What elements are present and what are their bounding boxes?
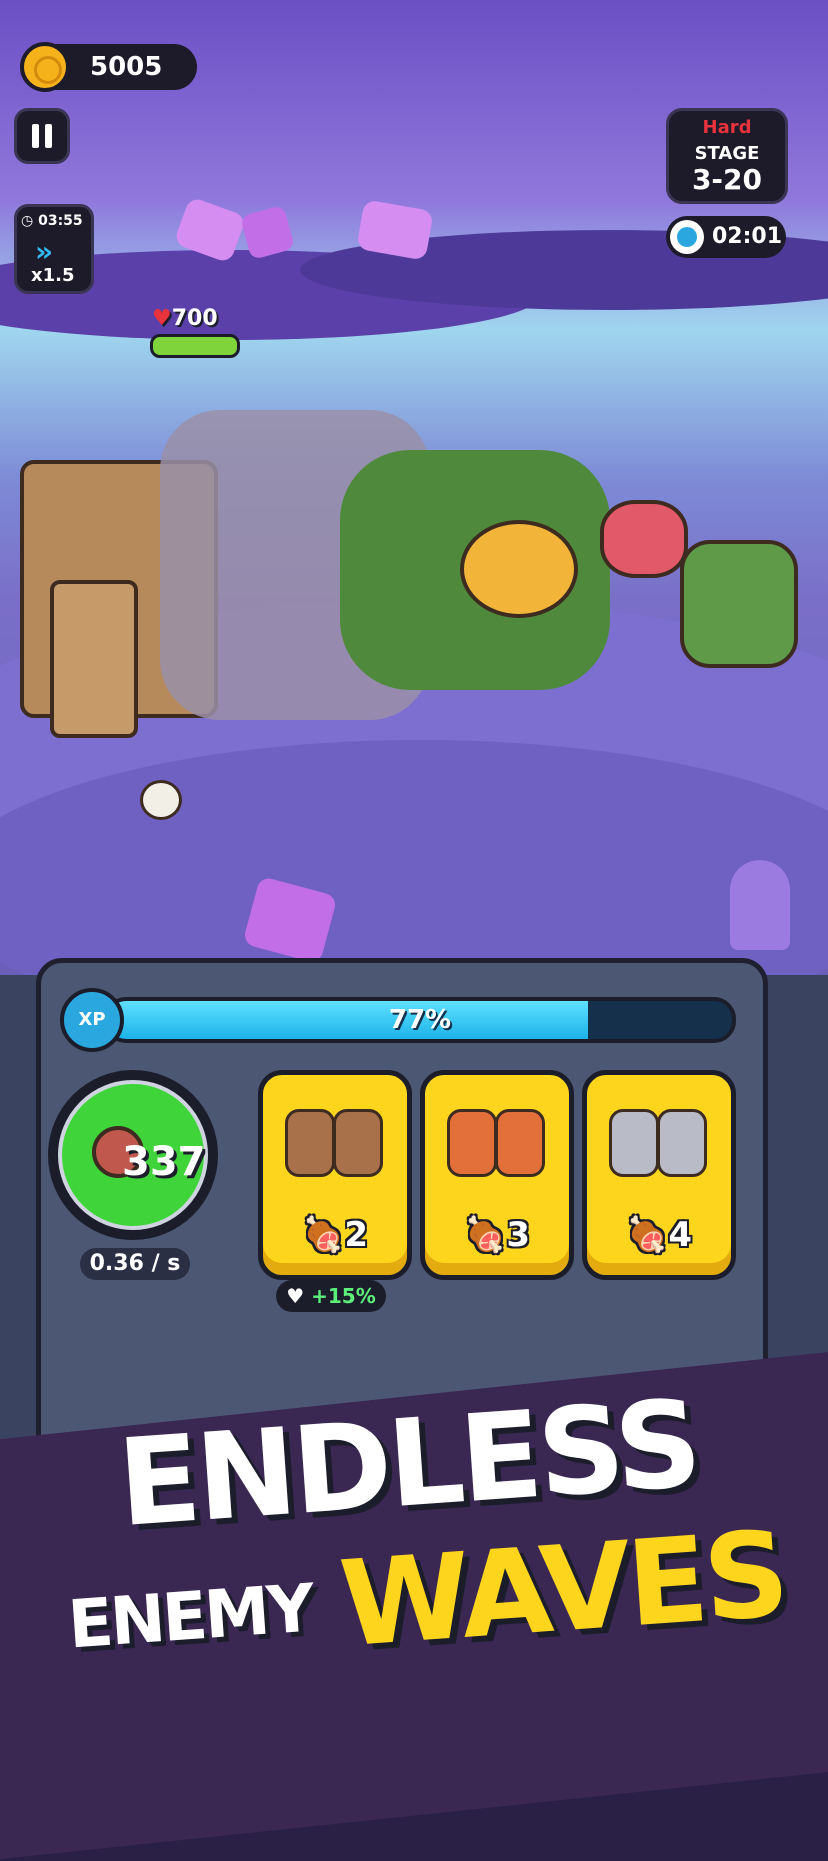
xp-badge-icon: XP xyxy=(60,988,124,1052)
wave-timer-value: 02:01 xyxy=(712,224,783,249)
wave-timer: 02:01 xyxy=(666,216,786,258)
coin-value: 5005 xyxy=(90,52,163,82)
hp-bonus-badge: ♥ +15% xyxy=(276,1280,386,1312)
base-hp-value: 700 xyxy=(171,306,218,331)
unit-card-archers[interactable]: 🍖3 xyxy=(420,1070,574,1280)
skull-icon xyxy=(140,780,182,820)
base-hp-bar xyxy=(150,334,240,358)
stopwatch-icon xyxy=(670,220,704,254)
coin-icon xyxy=(20,42,70,92)
base-hp: ♥700 xyxy=(152,306,218,331)
stage-label: STAGE xyxy=(694,143,760,164)
meat-icon: 🍖 xyxy=(625,1215,669,1255)
archer-icon xyxy=(495,1109,545,1177)
speed-button[interactable]: ◷ 03:55 » x1.5 xyxy=(14,204,94,294)
card-cost: 🍖3 xyxy=(463,1215,530,1255)
unit-card-brawlers[interactable]: 🍖2 xyxy=(258,1070,412,1280)
stalagmite xyxy=(730,860,790,950)
speed-timer: ◷ 03:55 xyxy=(21,213,83,229)
clock-icon: ◷ xyxy=(21,213,34,229)
archer-icon xyxy=(447,1109,497,1177)
enemy-toad xyxy=(460,520,578,618)
difficulty-label: Hard xyxy=(702,117,752,138)
xp-percent: 77% xyxy=(388,1005,452,1035)
brawler-icon xyxy=(285,1109,335,1177)
enemy-bat xyxy=(600,500,688,578)
meat-rate: 0.36 / s xyxy=(80,1248,190,1280)
card-cost: 🍖2 xyxy=(301,1215,368,1255)
knight-icon xyxy=(657,1109,707,1177)
speed-multiplier: x1.5 xyxy=(31,265,75,286)
castle-gate xyxy=(50,580,138,738)
meat-icon: 🍖 xyxy=(463,1215,507,1255)
pause-button[interactable] xyxy=(14,108,70,164)
meat-generator[interactable]: 337 xyxy=(48,1070,218,1240)
unit-card-knights[interactable]: 🍖4 xyxy=(582,1070,736,1280)
meat-count: 337 xyxy=(122,1139,206,1185)
enemy-orc xyxy=(680,540,798,668)
meat-progress: 337 xyxy=(58,1080,208,1230)
stage-number: 3-20 xyxy=(691,163,763,196)
brawler-icon xyxy=(333,1109,383,1177)
pause-icon xyxy=(32,124,39,148)
heart-icon: ♥ xyxy=(286,1284,305,1308)
meat-icon: 🍖 xyxy=(301,1215,345,1255)
card-cost: 🍖4 xyxy=(625,1215,692,1255)
stage-indicator: Hard STAGE 3-20 xyxy=(666,108,788,204)
heart-icon: ♥ xyxy=(152,306,172,331)
coin-counter: 5005 xyxy=(20,42,197,92)
knight-icon xyxy=(609,1109,659,1177)
xp-bar: 77% xyxy=(104,997,736,1043)
fast-forward-icon: » xyxy=(35,235,54,268)
